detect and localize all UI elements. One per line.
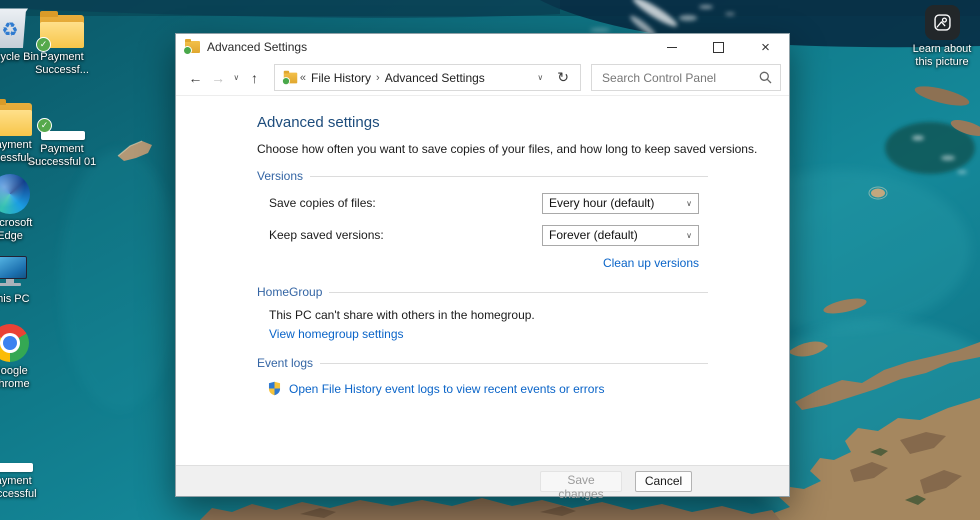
desktop-icon-microsoft-edge[interactable]: Microsoft Edge [0,170,46,243]
settings-content: Advanced settings Choose how often you w… [176,96,789,396]
footer-bar: Save changes Cancel [176,465,789,501]
minimize-button[interactable] [648,34,695,60]
this-pc-icon [0,250,30,290]
maximize-button[interactable] [695,34,742,60]
desktop: ♻ Recycle Bin ✓ Payment Successf... ✓ Pa… [0,0,980,520]
title-bar: Advanced Settings × [176,34,789,60]
view-homegroup-settings-link[interactable]: View homegroup settings [269,327,404,341]
clean-up-versions-link[interactable]: Clean up versions [603,256,699,270]
recent-locations-button[interactable]: ∨ [230,73,244,82]
uac-shield-icon [268,381,281,396]
file-icon: ✓ [0,450,33,472]
folder-icon: ✓ [36,11,84,52]
save-copies-label: Save copies of files: [269,196,376,210]
learn-about-label: Learn about this picture [912,43,972,68]
back-icon: ← [188,69,203,86]
up-icon: ↑ [251,69,259,86]
cancel-button[interactable]: Cancel [635,470,692,492]
desktop-icon-payment-successf[interactable]: ✓ Payment Successf... [26,4,98,77]
close-icon: × [761,38,770,56]
desktop-icon-label: This PC [0,293,30,305]
chevron-down-icon: ∨ [537,73,544,82]
page-title: Advanced settings [257,114,380,131]
open-event-logs-link[interactable]: Open File History event logs to view rec… [289,382,604,396]
breadcrumb-advanced-settings[interactable]: Advanced Settings [382,71,488,85]
file-icon: ✓ [37,118,85,140]
desktop-icon-this-pc[interactable]: This PC [0,246,46,306]
google-chrome-icon [0,324,29,362]
keep-versions-dropdown[interactable]: Forever (default) ∨ [542,224,699,246]
navigation-toolbar: ← → ∨ ↑ « File History › Advanced Settin… [176,60,789,96]
save-changes-button[interactable]: Save changes [540,470,622,501]
advanced-settings-window: Advanced Settings × ← → ∨ ↑ « File Histo… [175,33,790,501]
forward-icon: → [211,69,226,86]
chevron-down-icon: ∨ [686,198,692,208]
desktop-icon-google-chrome[interactable]: Google Chrome [0,318,46,391]
versions-group-header: Versions [257,169,708,183]
breadcrumb-collapse[interactable]: « [298,72,308,84]
desktop-icon-payment-successful-01[interactable]: ✓ Payment Successful 01 [26,96,98,169]
save-copies-dropdown[interactable]: Every hour (default) ∨ [542,192,699,214]
refresh-button[interactable]: ↻ [551,69,575,86]
breadcrumb-separator-icon: › [376,71,380,84]
homegroup-group-header: HomeGroup [257,285,708,299]
window-title: Advanced Settings [207,40,308,54]
desktop-icon-label: Payment Successf... [35,51,89,76]
learn-about-picture[interactable]: Learn about this picture [906,5,978,69]
file-history-location-icon [281,70,298,85]
breadcrumb-file-history[interactable]: File History [308,71,374,85]
chevron-down-icon: ∨ [233,73,240,82]
save-copies-row: Save copies of files: Every hour (defaul… [257,191,708,215]
search-icon[interactable] [759,71,772,84]
search-input[interactable] [600,69,760,86]
file-history-app-icon [183,39,200,55]
refresh-icon: ↻ [557,69,570,85]
desktop-icon-payment-successful-file[interactable]: ✓ Payment Successful [0,428,46,501]
synced-check-icon: ✓ [37,118,52,133]
recycle-bin-icon: ♻ [0,6,28,48]
event-logs-group-header: Event logs [257,356,708,370]
desktop-icon-label: Google Chrome [0,365,30,390]
up-button[interactable]: ↑ [243,70,266,86]
page-description: Choose how often you want to save copies… [257,142,758,156]
microsoft-edge-icon [0,174,30,214]
back-button[interactable]: ← [184,70,207,86]
chevron-down-icon: ∨ [686,230,692,240]
synced-check-icon: ✓ [36,37,51,52]
minimize-icon [666,46,677,48]
address-dropdown-button[interactable]: ∨ [529,73,551,82]
maximize-icon [713,41,724,53]
address-bar[interactable]: « File History › Advanced Settings ∨ ↻ [273,64,582,91]
homegroup-message: This PC can't share with others in the h… [269,308,535,322]
search-box [591,64,782,91]
picture-icon [924,5,960,40]
desktop-icon-label: Payment Successful 01 [27,143,97,168]
desktop-icon-label: Payment Successful [0,475,37,500]
close-button[interactable]: × [742,34,789,60]
forward-button[interactable]: → [207,70,230,86]
keep-versions-label: Keep saved versions: [269,228,384,242]
keep-versions-row: Keep saved versions: Forever (default) ∨ [257,223,708,247]
desktop-icon-label: Microsoft Edge [0,217,33,242]
